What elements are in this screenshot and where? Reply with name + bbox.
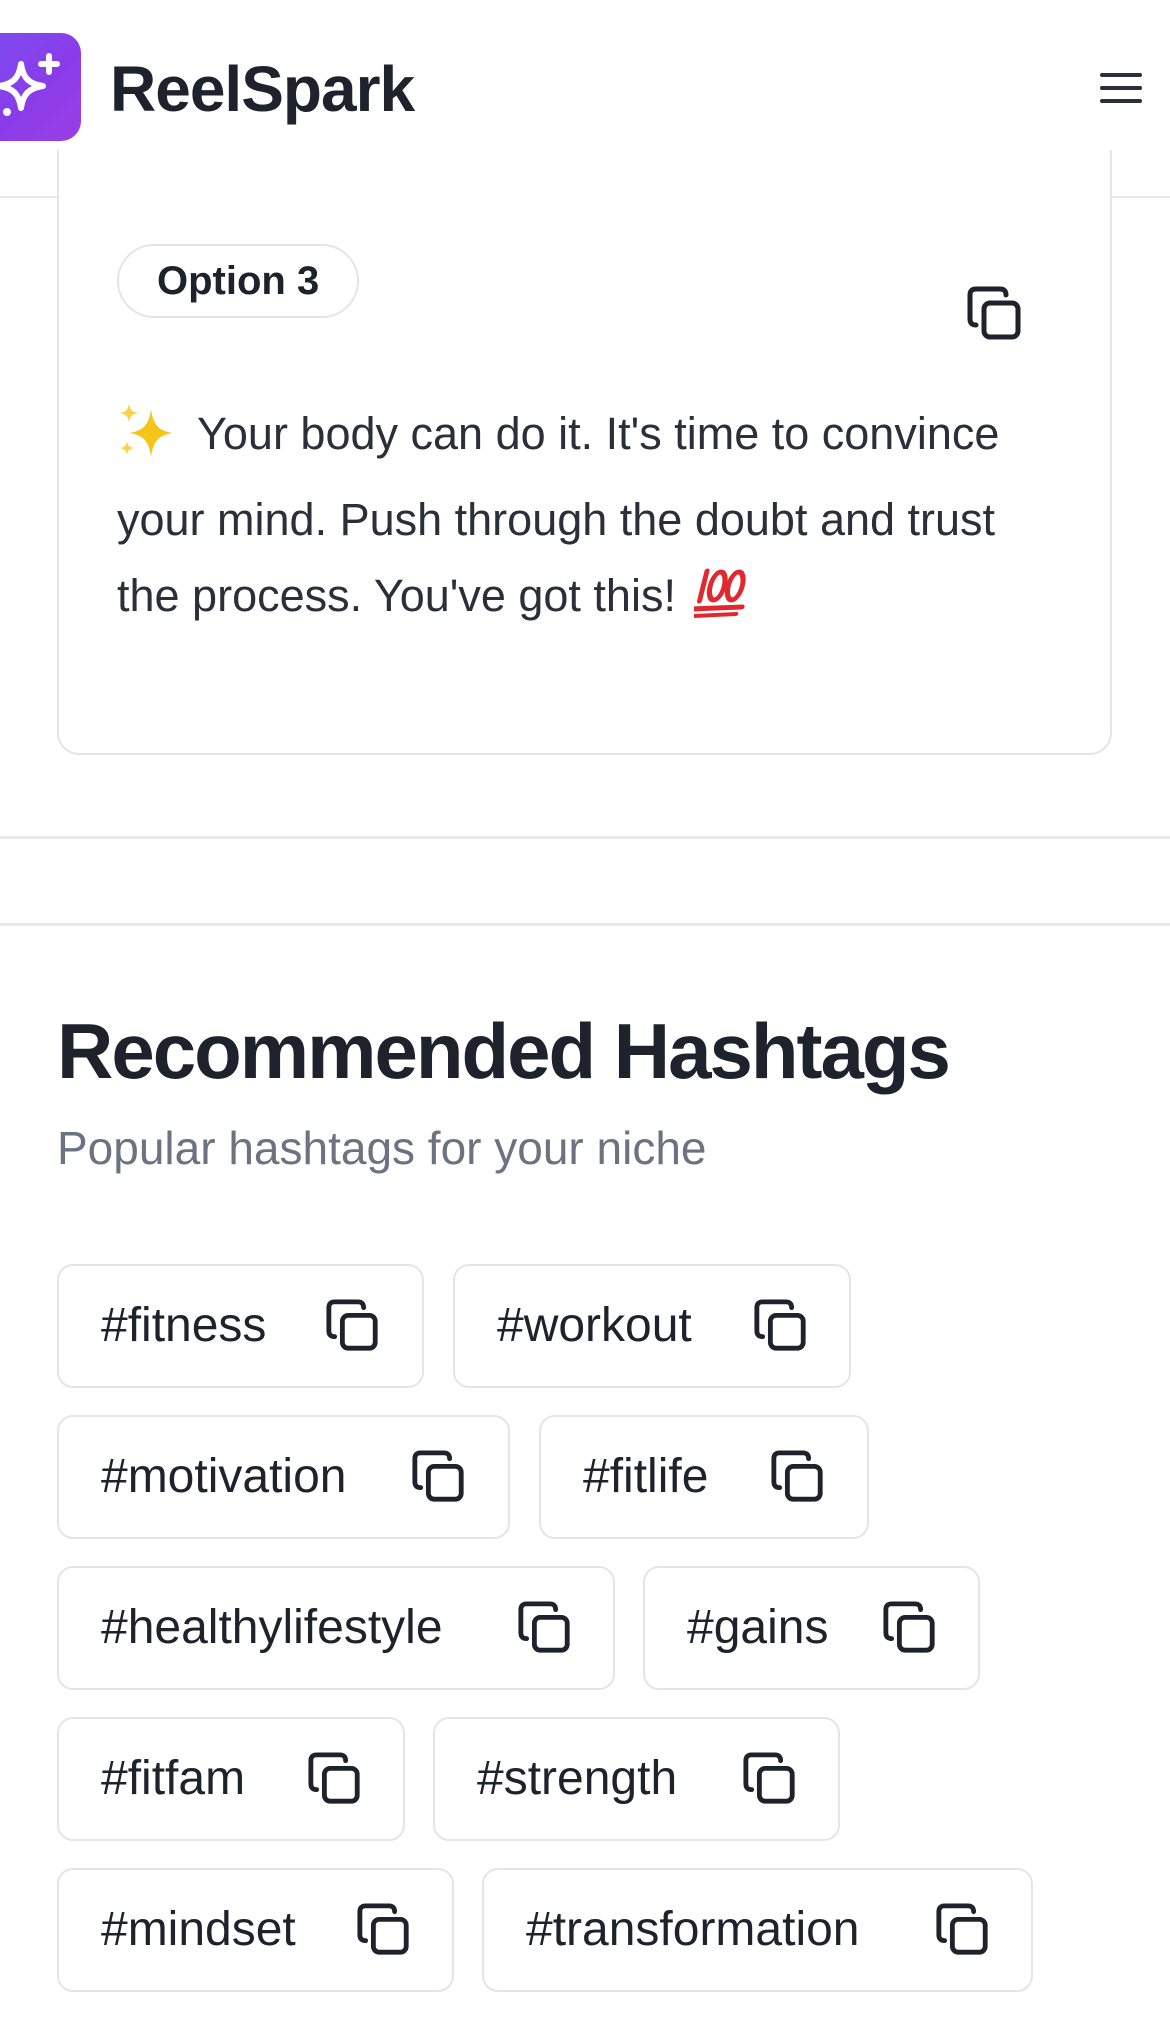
hashtag-chip[interactable]: #healthylifestyle <box>57 1566 615 1690</box>
app-logo[interactable] <box>0 33 81 141</box>
copy-icon <box>412 1450 464 1502</box>
hashtag-chip[interactable]: #fitlife <box>539 1415 869 1539</box>
hashtag-label: #motivation <box>101 1450 347 1503</box>
menu-bar <box>1100 99 1142 103</box>
hashtag-chip[interactable]: #gains <box>643 1566 980 1690</box>
hashtag-chip[interactable]: #motivation <box>57 1415 510 1539</box>
hashtag-chip[interactable]: #strength <box>433 1717 840 1841</box>
section-divider <box>0 836 1170 839</box>
copy-icon <box>967 286 1021 340</box>
copy-icon <box>326 1299 378 1351</box>
hashtag-chip[interactable]: #fitness <box>57 1264 424 1388</box>
menu-bar <box>1100 73 1142 77</box>
hundred-points-emoji-icon <box>688 566 750 642</box>
sparkles-emoji-icon <box>117 401 175 482</box>
caption-body: Your body can do it. It's time to convin… <box>117 408 1000 621</box>
caption-option-card: Option 3 Your body can do it. It's time … <box>57 150 1112 755</box>
hashtag-label: #fitlife <box>583 1450 709 1503</box>
hashtag-label: #workout <box>497 1299 692 1352</box>
hashtag-chip[interactable]: #workout <box>453 1264 851 1388</box>
sparkles-icon <box>0 53 60 116</box>
copy-icon <box>754 1299 806 1351</box>
copy-icon <box>743 1752 795 1804</box>
menu-bar <box>1100 86 1142 90</box>
hashtag-label: #transformation <box>526 1903 860 1956</box>
hashtag-chip[interactable]: #transformation <box>482 1868 1033 1992</box>
copy-icon <box>771 1450 823 1502</box>
caption-text: Your body can do it. It's time to convin… <box>117 396 1047 642</box>
copy-caption-button[interactable] <box>959 278 1031 350</box>
brand-name: ReelSpark <box>110 53 415 125</box>
section-divider <box>0 923 1170 926</box>
section-subtitle: Popular hashtags for your niche <box>57 1122 707 1174</box>
hashtag-chip[interactable]: #fitfam <box>57 1717 405 1841</box>
hashtag-label: #healthylifestyle <box>101 1601 443 1654</box>
hashtag-chip[interactable]: #mindset <box>57 1868 454 1992</box>
hashtag-label: #gains <box>687 1601 829 1654</box>
hashtag-label: #fitfam <box>101 1752 246 1805</box>
hashtag-label: #strength <box>477 1752 678 1805</box>
section-title: Recommended Hashtags <box>57 1007 951 1095</box>
hamburger-menu-icon[interactable] <box>1100 60 1160 116</box>
copy-icon <box>308 1752 360 1804</box>
copy-icon <box>883 1601 935 1653</box>
hashtag-label: #fitness <box>101 1299 267 1352</box>
hashtag-label: #mindset <box>101 1903 296 1956</box>
copy-icon <box>518 1601 570 1653</box>
option-badge: Option 3 <box>117 244 360 318</box>
copy-icon <box>357 1903 409 1955</box>
copy-icon <box>936 1903 988 1955</box>
